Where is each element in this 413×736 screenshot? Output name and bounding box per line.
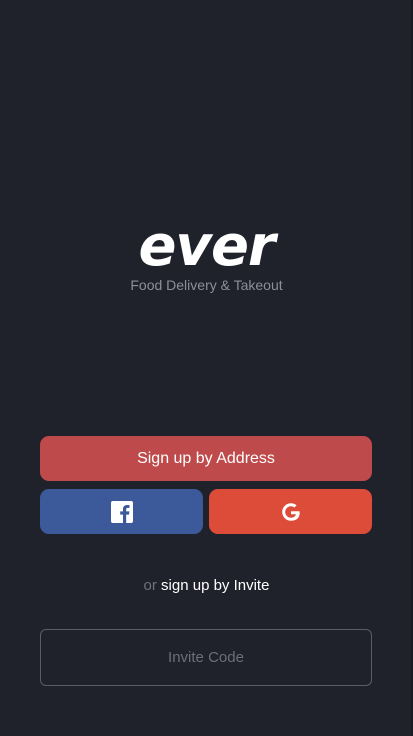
sign-up-address-label: Sign up by Address [137,449,275,467]
facebook-icon [110,500,133,523]
facebook-login-button[interactable] [40,489,203,534]
google-login-button[interactable] [209,489,372,534]
sign-up-address-button[interactable]: Sign up by Address [40,436,372,481]
invite-code-input[interactable] [40,629,372,686]
app-tagline: Food Delivery & Takeout [130,277,283,293]
google-icon [279,500,303,524]
sign-up-invite-link[interactable]: sign up by Invite [161,577,269,594]
login-screen: ever Food Delivery & Takeout Sign up by … [0,0,413,736]
app-logo: ever [138,214,275,279]
invite-signup-line: or sign up by Invite [0,577,413,595]
or-separator-text: or [143,577,157,594]
